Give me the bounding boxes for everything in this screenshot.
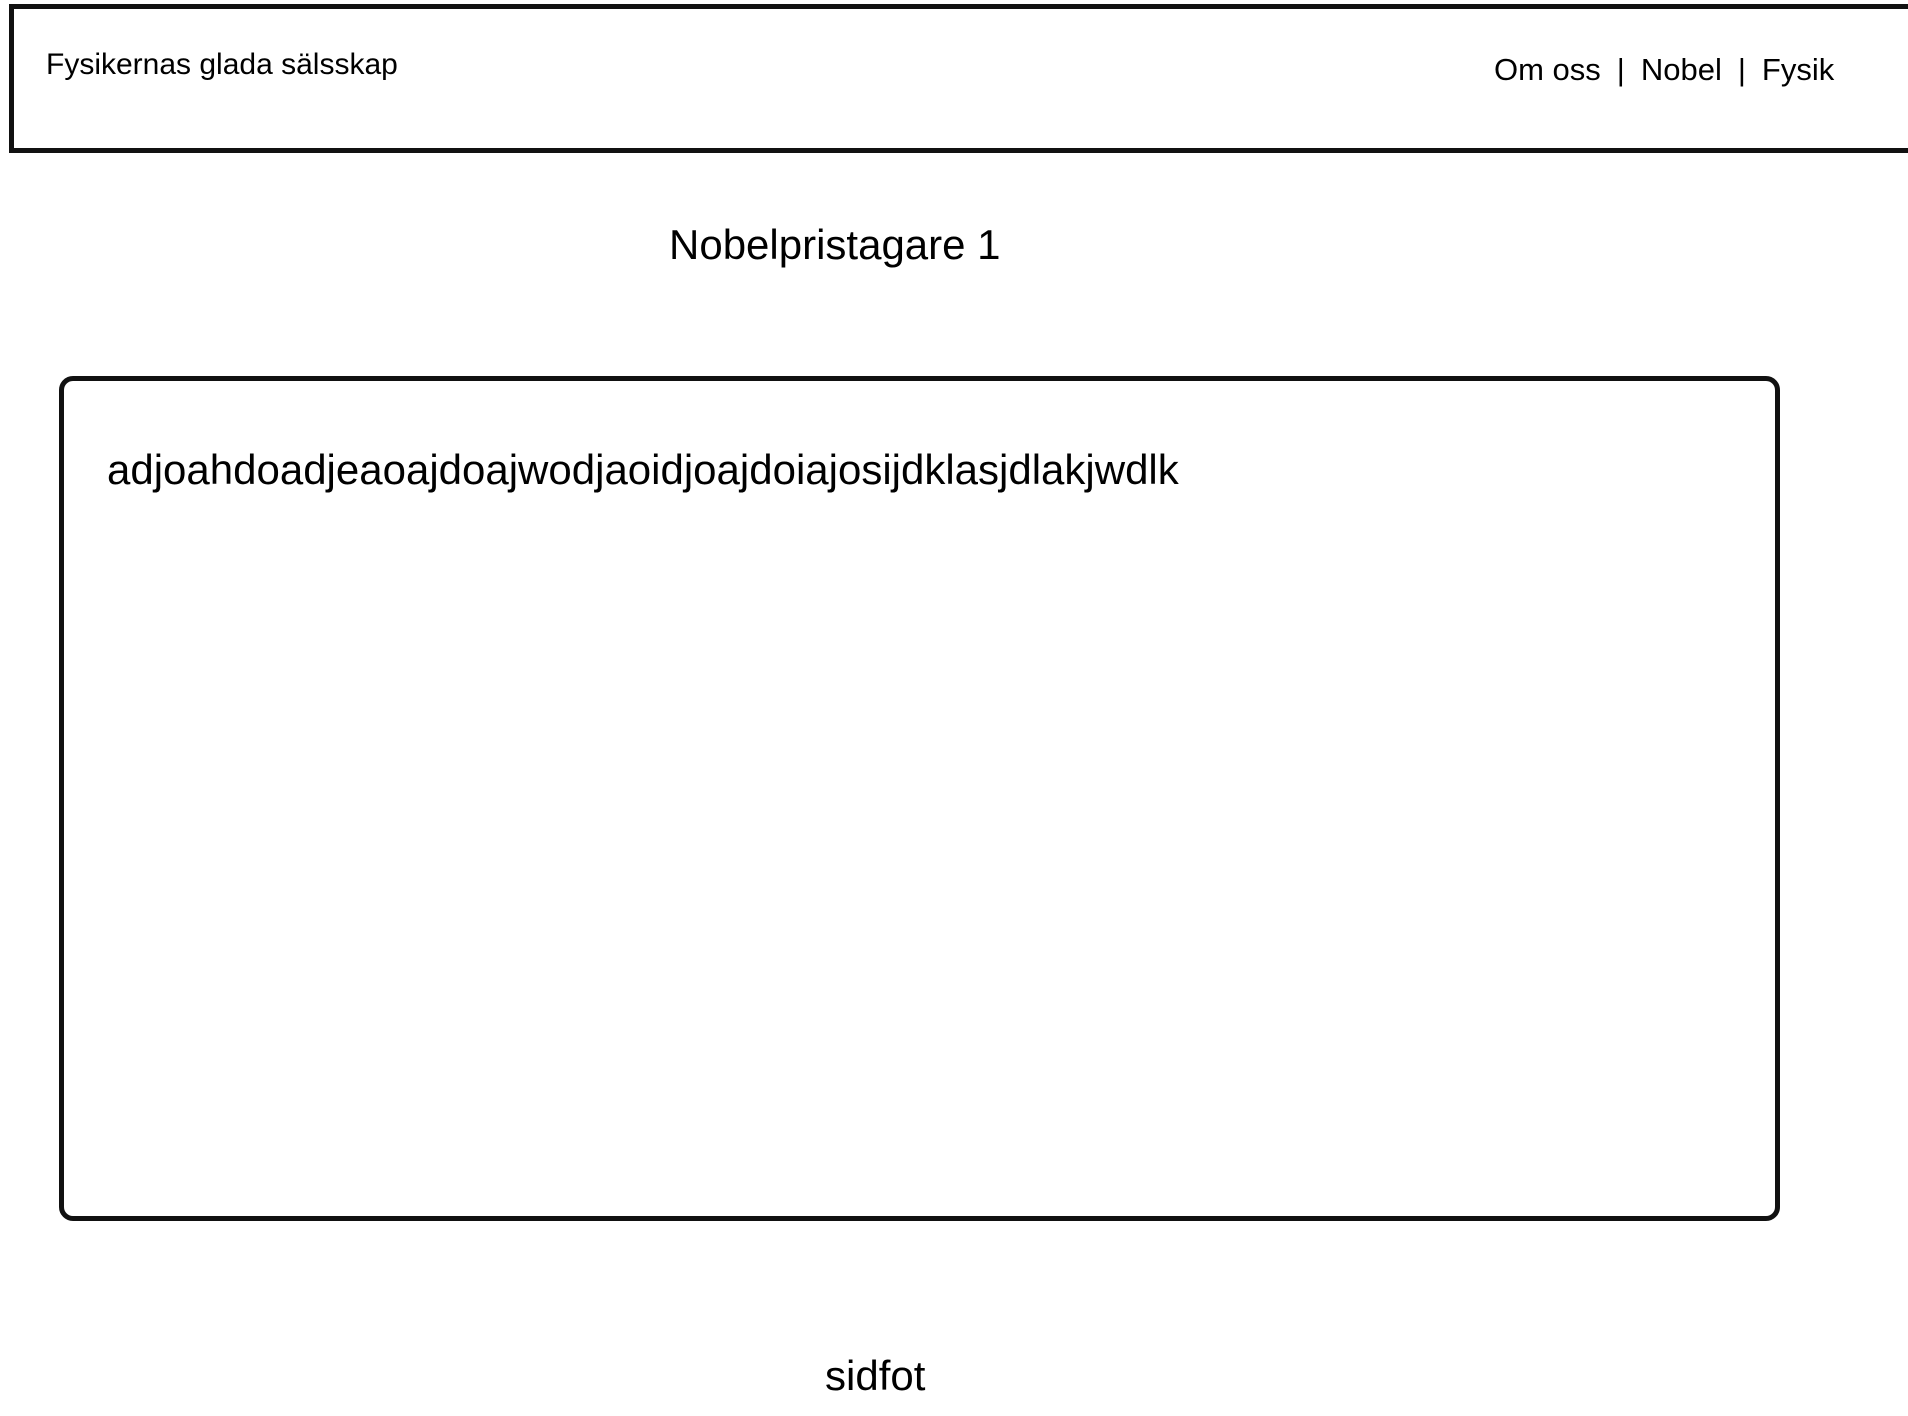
nav-separator: | — [1616, 52, 1625, 87]
nav-separator: | — [1737, 52, 1746, 87]
nav-link-fysik[interactable]: Fysik — [1762, 52, 1834, 87]
nav-link-om-oss[interactable]: Om oss — [1494, 52, 1601, 87]
site-header: Fysikernas glada sälsskap Om oss | Nobel | F… — [9, 4, 1908, 153]
nav-link-nobel[interactable]: Nobel — [1641, 52, 1722, 87]
page-title: Nobelpristagare 1 — [669, 221, 1001, 268]
content-panel: adjoahdoadjeaoajdoajwodjaoidjoajdoiajosi… — [59, 376, 1780, 1221]
page-footer: sidfot — [825, 1352, 926, 1399]
content-text: adjoahdoadjeaoajdoajwodjaoidjoajdoiajosi… — [107, 446, 1179, 493]
site-title: Fysikernas glada sälsskap — [46, 48, 398, 81]
top-navigation: Om oss | Nobel | Fysik — [1494, 50, 1834, 90]
